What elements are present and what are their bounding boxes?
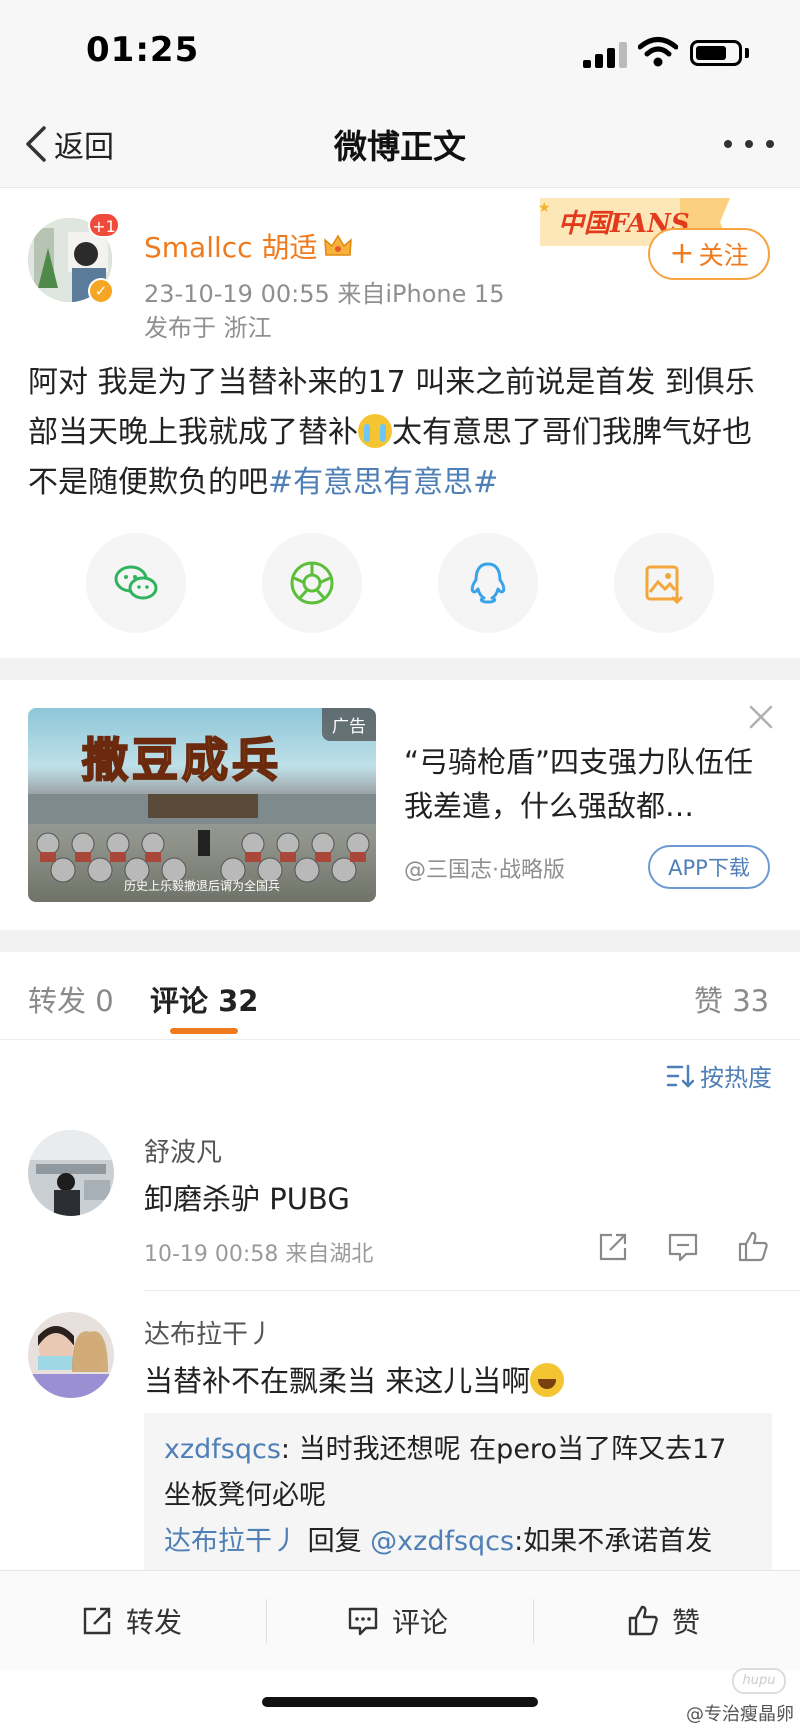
home-indicator[interactable] (262, 1697, 538, 1707)
repost-button[interactable]: 转发 (80, 1601, 182, 1641)
bar-separator (266, 1599, 267, 1643)
post-card: +1 ✓ Smallcc 胡适 23-10-19 00:55 来自iPhone … (0, 188, 800, 658)
comment-text: 卸磨杀驴 PUBG (144, 1182, 350, 1216)
reply-author[interactable]: xzdfsqcs (164, 1434, 281, 1465)
reply-word: 回复 (299, 1526, 371, 1557)
nav-bar: 返回 微博正文 (0, 100, 800, 188)
ad-image-caption: 历史上乐毅撤退后谓为全国兵 (123, 879, 280, 893)
interaction-tabs: 转发 0 评论 32 赞 33 (0, 952, 800, 1040)
commenter-avatar[interactable] (28, 1130, 114, 1216)
post-body: 阿对 我是为了当替补来的17 叫来之前说是首发 到俱乐部当天晚上我就成了替补 太有… (28, 358, 778, 508)
reply-text: :如果不承诺首发 (514, 1526, 713, 1557)
crown-icon (324, 234, 353, 256)
commenter-name[interactable]: 舒波凡 (144, 1132, 222, 1169)
section-divider (0, 930, 800, 952)
comment-icon[interactable] (666, 1230, 700, 1264)
close-icon[interactable] (748, 704, 774, 730)
tab-repost[interactable]: 转发 0 (28, 978, 114, 1020)
plus-icon: + (669, 236, 695, 271)
post-timestamp: 23-10-19 00:55 来自iPhone 15 (144, 280, 505, 308)
comment-text-content: 当替补不在飘柔当 来这儿当啊 (144, 1364, 531, 1398)
comment-button[interactable]: 评论 (346, 1601, 448, 1641)
commenter-avatar[interactable] (28, 1312, 114, 1398)
hashtag-link[interactable]: #有意思有意思# (268, 465, 498, 500)
crying-emoji-icon (358, 414, 392, 448)
tab-comments[interactable]: 评论 32 (150, 978, 258, 1020)
page-title: 微博正文 (334, 127, 466, 166)
share-save-image-button[interactable] (614, 533, 714, 633)
avatar-notification-badge: +1 (88, 212, 120, 238)
share-moments-button[interactable] (262, 533, 362, 633)
comment-label: 评论 (392, 1606, 449, 1639)
ad-source[interactable]: @三国志·战略版 (404, 852, 565, 884)
reply-mention[interactable]: @xzdfsqcs (370, 1526, 514, 1557)
share-wechat-button[interactable] (86, 533, 186, 633)
ad-image-scene (28, 794, 376, 883)
reply-item: 达布拉干丿 回复 @xzdfsqcs:如果不承诺首发 (164, 1519, 752, 1565)
ad-image[interactable]: 撒豆成兵 历史上乐毅撤退后谓为全国兵 广告 (28, 708, 376, 902)
watermark-text: @专治瘦晶卵 (686, 1704, 794, 1725)
more-options-icon[interactable] (724, 124, 774, 164)
like-icon (628, 1605, 658, 1636)
ad-tag: 广告 (322, 708, 376, 741)
svg-text:★: ★ (538, 200, 551, 216)
repost-icon[interactable] (596, 1230, 630, 1264)
active-tab-indicator (170, 1028, 238, 1034)
commenter-name[interactable]: 达布拉干丿 (144, 1314, 274, 1351)
app-download-button[interactable]: APP下载 (648, 845, 770, 889)
comment-divider (144, 1290, 800, 1291)
author-name[interactable]: Smallcc 胡适 (144, 226, 353, 266)
comment-meta: 10-19 00:58 来自湖北 (144, 1242, 374, 1267)
repost-label: 转发 (126, 1606, 183, 1639)
follow-label: 关注 (698, 241, 749, 270)
ad-headline[interactable]: “弓骑枪盾”四支强力队伍任我差遣，什么强敌都… (404, 740, 764, 828)
wifi-icon (638, 37, 678, 67)
watermark-logo: hupu (732, 1668, 786, 1694)
repost-icon (83, 1607, 111, 1635)
like-icon[interactable] (736, 1230, 770, 1264)
author-name-text: Smallcc 胡适 (144, 231, 318, 264)
share-qq-button[interactable] (438, 533, 538, 633)
qq-icon (470, 562, 506, 604)
comment-text: 当替补不在飘柔当 来这儿当啊 (144, 1358, 565, 1400)
replies-preview[interactable]: xzdfsqcs: 当时我还想呢 在pero当了阵又去17坐板凳何必呢 达布拉干… (144, 1413, 772, 1573)
reply-author[interactable]: 达布拉干丿 (164, 1526, 299, 1557)
battery-tip (745, 48, 749, 58)
sort-by-hot-button[interactable]: 按热度 (666, 1058, 772, 1093)
reply-item: xzdfsqcs: 当时我还想呢 在pero当了阵又去17坐板凳何必呢 (164, 1427, 752, 1519)
ad-card[interactable]: 撒豆成兵 历史上乐毅撤退后谓为全国兵 广告 “弓骑枪盾”四支强力队伍任我差遣，什… (0, 680, 800, 930)
laughing-emoji-icon (530, 1363, 565, 1397)
save-image-icon (645, 565, 684, 605)
wechat-icon (114, 565, 158, 600)
moments-icon (290, 561, 334, 605)
sort-label: 按热度 (700, 1064, 772, 1092)
ad-image-title: 撒豆成兵 (81, 732, 282, 788)
cellular-signal-icon (583, 42, 627, 68)
tab-likes[interactable]: 赞 33 (694, 978, 769, 1020)
bottom-action-bar: 转发 评论 赞 (0, 1570, 800, 1670)
status-bar: 01:25 (0, 0, 800, 100)
follow-button[interactable]: + 关注 (648, 228, 770, 280)
battery-icon (690, 40, 742, 66)
comment-icon (348, 1607, 378, 1636)
verified-badge-icon: ✓ (88, 278, 114, 304)
post-location: 发布于 浙江 (144, 314, 272, 342)
share-row (0, 533, 800, 633)
section-divider (0, 658, 800, 680)
sort-icon (666, 1064, 694, 1088)
like-label: 赞 (672, 1606, 701, 1639)
bar-separator (533, 1599, 534, 1643)
status-time: 01:25 (86, 30, 200, 70)
like-button[interactable]: 赞 (626, 1601, 700, 1641)
